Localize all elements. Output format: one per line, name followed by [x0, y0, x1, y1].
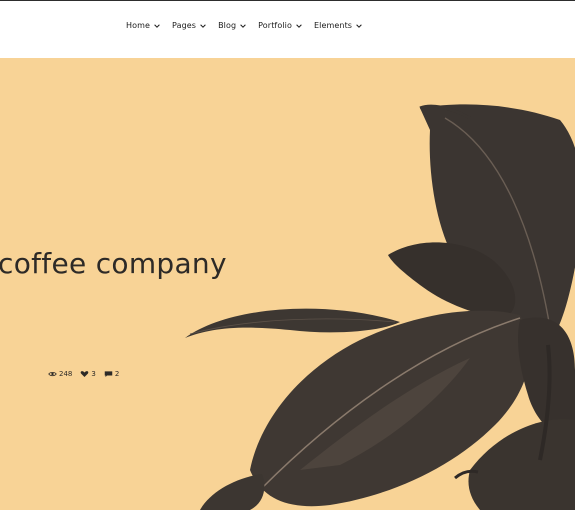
- likes-stat[interactable]: 3: [80, 370, 96, 378]
- views-stat: 248: [48, 370, 72, 378]
- chevron-down-icon: [296, 23, 302, 28]
- likes-count: 3: [91, 370, 96, 378]
- chevron-down-icon: [356, 23, 362, 28]
- chevron-down-icon: [154, 23, 160, 28]
- eye-icon: [48, 371, 57, 377]
- comment-icon: [104, 371, 113, 377]
- chevron-down-icon: [240, 23, 246, 28]
- nav-item-blog[interactable]: Blog: [218, 21, 247, 30]
- nav-item-portfolio[interactable]: Portfolio: [258, 21, 303, 30]
- header-bar: Home Pages Blog Portfolio Elements: [0, 0, 575, 58]
- nav-item-label: Portfolio: [258, 21, 292, 30]
- heart-icon: [81, 371, 89, 377]
- comments-count: 2: [114, 370, 120, 378]
- main-nav: Home Pages Blog Portfolio Elements: [126, 21, 363, 30]
- nav-item-elements[interactable]: Elements: [314, 21, 363, 30]
- nav-item-home[interactable]: Home: [126, 21, 161, 30]
- views-count: 248: [59, 370, 73, 378]
- nav-item-label: Pages: [172, 21, 197, 30]
- nav-item-label: Blog: [218, 21, 237, 30]
- nav-item-label: Elements: [313, 21, 353, 30]
- plant-leaves-image: [185, 104, 575, 510]
- nav-item-label: Home: [126, 21, 151, 30]
- nav-item-pages[interactable]: Pages: [172, 21, 207, 30]
- chevron-down-icon: [200, 23, 206, 28]
- hero-title: coffee company: [0, 246, 227, 280]
- hero-section: coffee company 248 3 2: [0, 58, 575, 510]
- post-stats: 248 3 2: [48, 370, 119, 378]
- comments-stat[interactable]: 2: [104, 370, 119, 378]
